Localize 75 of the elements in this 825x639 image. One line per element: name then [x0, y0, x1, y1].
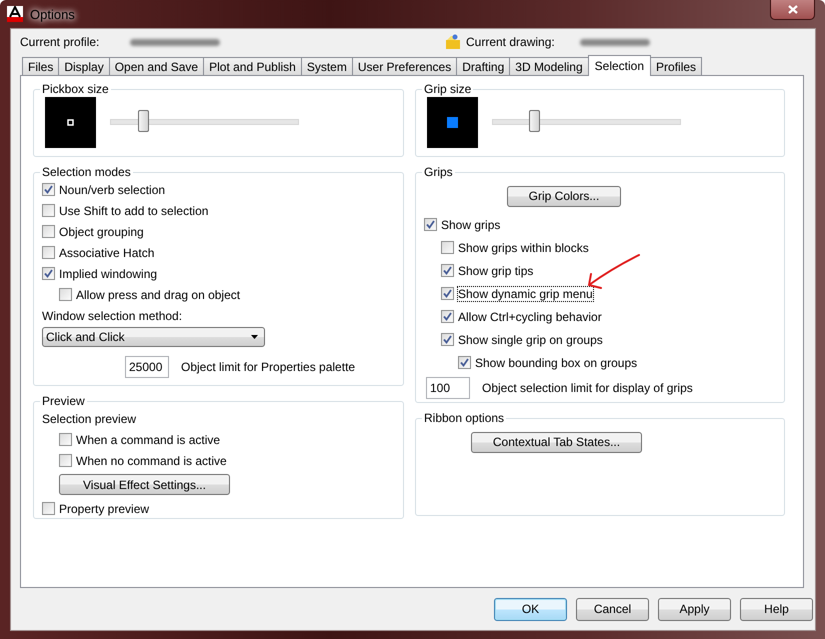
checkbox-label[interactable]: When no command is active: [76, 454, 227, 468]
group-title: Grip size: [423, 82, 472, 96]
checkbox[interactable]: [42, 267, 55, 280]
redaction-blur: [580, 38, 650, 46]
checkbox-label[interactable]: Show dynamic grip menu: [458, 286, 593, 300]
app-logo-icon: [7, 6, 23, 22]
tab[interactable]: 3D Modeling: [509, 57, 589, 75]
group-title: Ribbon options: [423, 411, 506, 425]
checkbox[interactable]: [42, 183, 55, 196]
checkbox[interactable]: [441, 310, 454, 323]
window-title: Options: [30, 6, 75, 22]
close-icon: [788, 5, 798, 14]
checkbox[interactable]: [441, 287, 454, 300]
tab[interactable]: Open and Save: [108, 57, 204, 75]
checkbox-label[interactable]: Show single grip on groups: [458, 332, 603, 346]
checkbox[interactable]: [42, 225, 55, 238]
number-field[interactable]: 25000: [125, 356, 169, 378]
field-label: Object selection limit for display of grips: [482, 381, 693, 395]
checkbox[interactable]: [59, 454, 72, 467]
tab[interactable]: System: [300, 57, 353, 75]
section-label: Window selection method:: [42, 308, 182, 322]
checkbox[interactable]: [458, 356, 471, 369]
checkbox-label[interactable]: Allow Ctrl+cycling behavior: [458, 310, 602, 324]
grip-icon: [447, 116, 458, 128]
button[interactable]: Contextual Tab States...: [471, 432, 642, 452]
checkbox-label[interactable]: When a command is active: [76, 432, 220, 446]
checkbox[interactable]: [59, 433, 72, 446]
field-label: Object limit for Properties palette: [181, 360, 356, 374]
group-title: Pickbox size: [41, 82, 110, 96]
checkbox-label[interactable]: Show bounding box on groups: [475, 356, 638, 370]
number-field[interactable]: 100: [426, 377, 470, 399]
close-button[interactable]: [770, 0, 815, 20]
group-title: Preview: [41, 394, 86, 408]
checkbox-label[interactable]: Use Shift to add to selection: [59, 204, 208, 218]
drawing-label: Current drawing:: [466, 35, 556, 49]
checkbox[interactable]: [441, 241, 454, 254]
checkbox-label[interactable]: Show grips within blocks: [458, 240, 589, 254]
checkbox[interactable]: [42, 204, 55, 217]
checkbox[interactable]: [42, 246, 55, 259]
tab[interactable]: User Preferences: [352, 57, 458, 75]
dialog-button[interactable]: Apply: [658, 598, 731, 620]
dropdown[interactable]: Click and Click: [42, 327, 265, 347]
checkbox-label[interactable]: Object grouping: [59, 224, 144, 238]
checkbox-label[interactable]: Show grips: [441, 218, 500, 232]
dialog-button[interactable]: Cancel: [576, 598, 649, 620]
tab[interactable]: Drafting: [456, 57, 510, 75]
checkbox-label[interactable]: Show grip tips: [458, 264, 534, 278]
profile-label: Current profile:: [20, 35, 100, 49]
tab[interactable]: Plot and Publish: [203, 57, 302, 75]
checkbox-label[interactable]: Allow press and drag on object: [76, 288, 240, 302]
section-label: Selection preview: [42, 412, 136, 426]
pickbox-icon: [67, 118, 74, 126]
checkbox-label[interactable]: Property preview: [59, 502, 150, 516]
button[interactable]: Grip Colors...: [507, 186, 621, 206]
checkbox[interactable]: [424, 218, 437, 231]
group-title: Grips: [423, 165, 454, 179]
tab[interactable]: Selection: [588, 55, 652, 76]
checkbox-label[interactable]: Noun/verb selection: [59, 182, 166, 196]
tab[interactable]: Profiles: [650, 57, 702, 75]
tab[interactable]: Files: [22, 57, 60, 75]
dialog-button[interactable]: OK: [494, 598, 567, 620]
checkbox-label[interactable]: Implied windowing: [59, 266, 158, 280]
drawing-icon: [445, 34, 461, 50]
checkbox[interactable]: [441, 264, 454, 277]
dialog-button[interactable]: Help: [740, 598, 813, 620]
checkbox[interactable]: [59, 288, 72, 301]
group-title: Selection modes: [41, 165, 132, 179]
checkbox[interactable]: [42, 502, 55, 515]
checkbox[interactable]: [441, 333, 454, 346]
slider-thumb[interactable]: [529, 110, 540, 132]
caret-icon: [251, 335, 258, 339]
tab[interactable]: Display: [58, 57, 110, 75]
checkbox-label[interactable]: Associative Hatch: [59, 246, 154, 260]
button[interactable]: Visual Effect Settings...: [59, 474, 230, 495]
slider-thumb[interactable]: [138, 110, 149, 132]
